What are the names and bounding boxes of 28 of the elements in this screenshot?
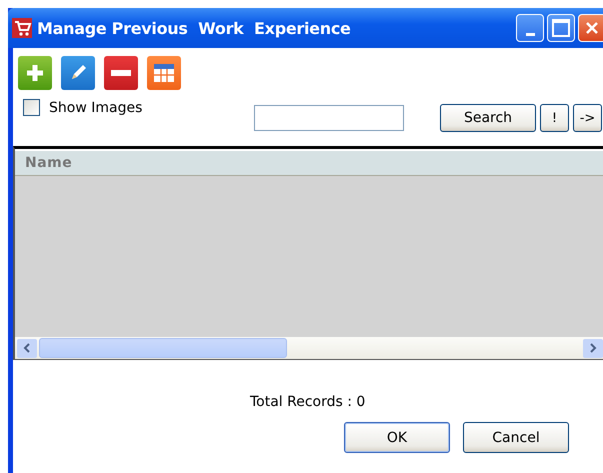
delete-button[interactable] — [104, 56, 138, 90]
minimize-button[interactable] — [516, 14, 544, 42]
close-button[interactable] — [578, 14, 603, 42]
close-icon — [584, 20, 600, 36]
grid-button[interactable] — [147, 56, 181, 90]
action-button[interactable]: ! — [540, 104, 569, 132]
horizontal-scrollbar[interactable] — [15, 337, 603, 360]
cancel-button[interactable]: Cancel — [463, 422, 569, 453]
scroll-thumb[interactable] — [39, 338, 287, 358]
window-title: Manage Previous Work Experience — [37, 18, 351, 38]
scroll-left-button[interactable] — [17, 338, 37, 358]
search-field[interactable] — [254, 105, 404, 131]
plus-icon — [24, 62, 46, 84]
edit-button[interactable] — [61, 56, 95, 90]
checkbox[interactable] — [23, 99, 40, 116]
minus-icon — [111, 70, 131, 76]
search-button[interactable]: Search — [440, 104, 536, 132]
action-button[interactable]: -> — [573, 104, 602, 132]
record-count: Total Records : 0 — [250, 394, 366, 410]
table-icon — [152, 62, 176, 84]
checkbox-label: Show Images — [49, 100, 142, 116]
chevron-left-icon — [23, 343, 31, 353]
chevron-right-icon — [589, 343, 597, 353]
cart-icon — [12, 18, 32, 38]
ok-button[interactable]: OK — [344, 422, 450, 453]
add-button[interactable] — [18, 56, 52, 90]
scroll-right-button[interactable] — [583, 338, 603, 358]
maximize-button[interactable] — [547, 14, 575, 42]
